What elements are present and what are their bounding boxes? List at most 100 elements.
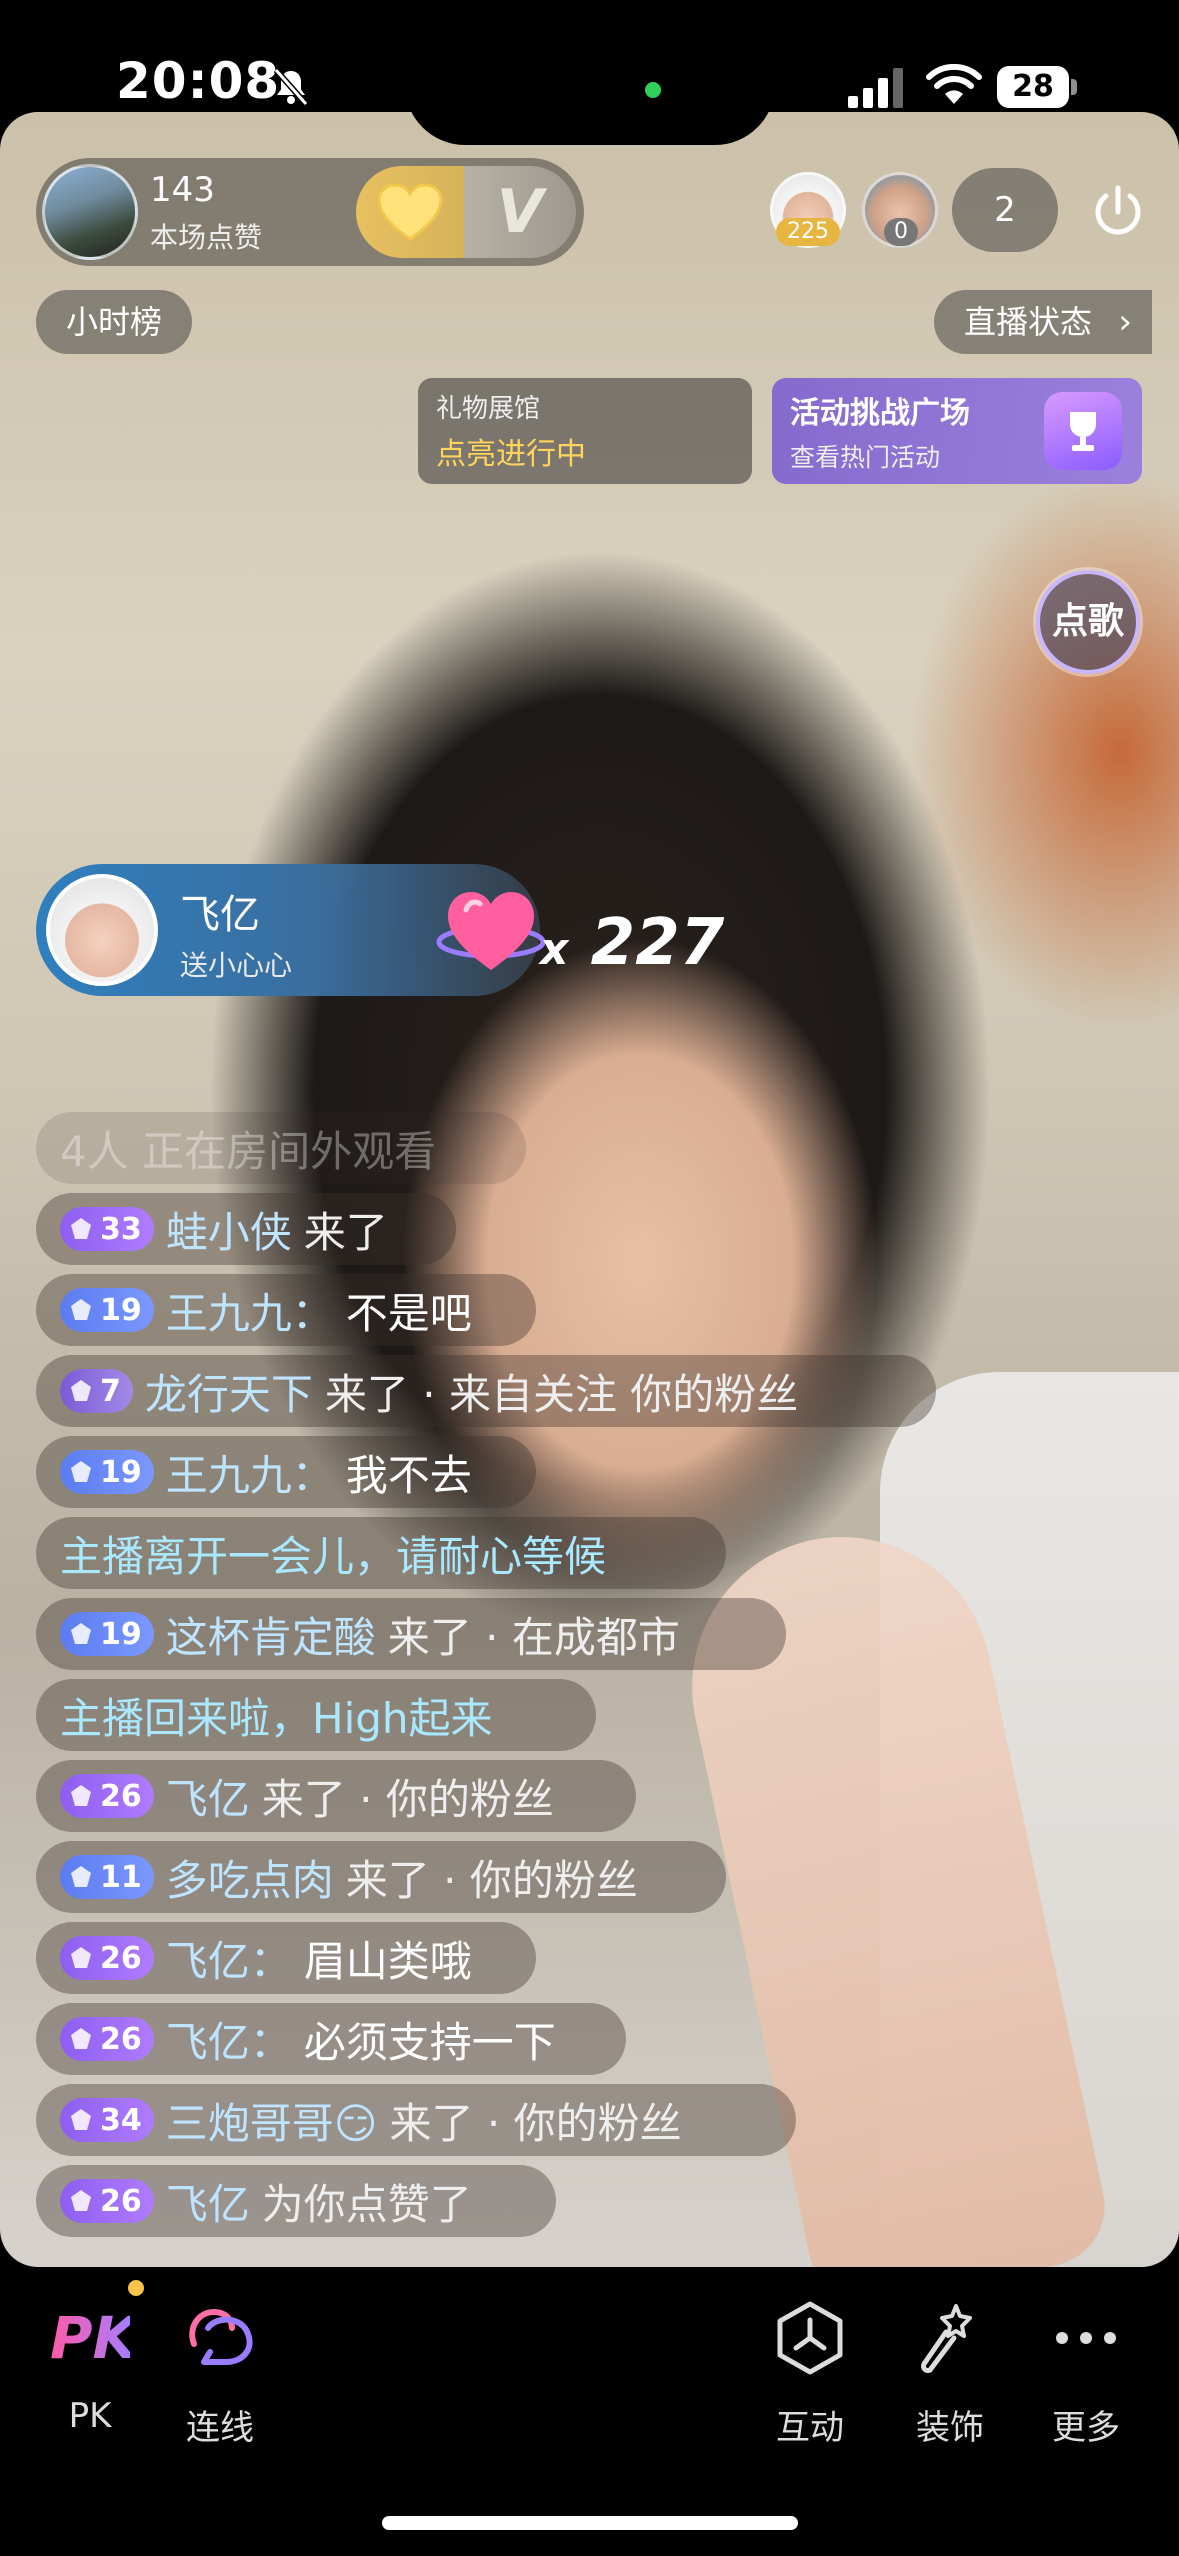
chat-message[interactable]: 主播回来啦，High起来 [36,1679,596,1751]
user-level-number: 19 [100,1292,142,1328]
chevron-right-icon: › [1118,302,1133,342]
user-level-badge: 19 [60,1612,154,1656]
anchor-likes-count: 143 [150,170,215,210]
trophy-icon [1044,392,1122,470]
chat-message[interactable]: 4人 正在房间外观看 [36,1112,526,1184]
chat-event-text: 来了 · 你的粉丝 [261,1774,554,1824]
user-level-number: 26 [100,2021,142,2057]
decorate-label: 装饰 [916,2408,984,2448]
pk-icon: PK [50,2298,137,2378]
chat-message[interactable]: 26 飞亿 为你点赞了 [36,2165,556,2237]
chat-event-text: 为你点赞了 [261,2179,472,2229]
user-level-badge: 33 [60,1207,154,1251]
chat-username[interactable]: 王九九： [166,1280,334,1341]
user-level-badge: 26 [60,1936,154,1980]
user-level-number: 26 [100,2183,142,2219]
chat-username[interactable]: 这杯肯定酸 [166,1604,376,1665]
chat-event-text: 来了 · 你的粉丝 [345,1855,638,1905]
hour-rank-button[interactable]: 小时榜 [36,290,193,354]
anchor-info-pill[interactable]: 143 本场点赞 V [36,158,584,266]
system-message-text: 主播离开一会儿，请耐心等候 [60,1531,607,1581]
activity-challenge-card[interactable]: 活动挑战广场 查看热门活动 [772,378,1142,484]
chat-message[interactable]: 33 蛙小侠 来了 [36,1193,456,1265]
user-level-number: 7 [100,1373,121,1409]
bell-muted-icon [273,68,309,106]
battery-icon: 28 [997,66,1077,108]
user-level-number: 34 [100,2102,142,2138]
chat-message[interactable]: 26 飞亿 来了 · 你的粉丝 [36,1760,636,1832]
notification-dot [128,2280,144,2296]
chat-message-text: 眉山类哦 [303,1936,472,1986]
chat-username[interactable]: 三炮哥哥😏 [166,2090,378,2151]
pk-button[interactable]: PK PK [30,2298,150,2436]
chat-username[interactable]: 蛙小侠 [166,1199,292,1260]
anchor-likes-label: 本场点赞 [150,221,263,254]
chat-message[interactable]: 19 王九九： 我不去 [36,1436,536,1508]
pk-label: PK [68,2396,112,2436]
chat-message[interactable]: 26 飞亿： 必须支持一下 [36,2003,626,2075]
online-viewer-count[interactable]: 2 [952,168,1058,252]
chat-event-text: 来了 · 你的粉丝 [389,2098,682,2148]
dynamic-island [405,0,775,145]
fan-club-button[interactable] [356,166,464,258]
decorate-button[interactable]: 装饰 [890,2298,1010,2449]
chat-message-text: 不是吧 [345,1288,472,1338]
live-status-button[interactable]: 直播状态 › [934,290,1153,354]
chat-message[interactable]: 19 这杯肯定酸 来了 · 在成都市 [36,1598,786,1670]
gift-sender-name: 飞亿 [180,892,260,938]
chat-username[interactable]: 王九九： [166,1442,334,1503]
home-indicator[interactable] [382,2516,798,2530]
user-level-badge: 34 [60,2098,154,2142]
live-status-label: 直播状态 [964,303,1093,341]
interact-button[interactable]: 互动 [750,2298,870,2449]
link-label: 连线 [186,2408,254,2448]
more-label: 更多 [1052,2408,1120,2448]
chat-username[interactable]: 飞亿 [166,1766,250,1827]
gift-gallery-title: 礼物展馆 [436,394,541,424]
gift-gallery-subtitle: 点亮进行中 [436,437,586,472]
user-level-number: 33 [100,1211,142,1247]
chat-message[interactable]: 11 多吃点肉 来了 · 你的粉丝 [36,1841,726,1913]
status-time: 20:08 [116,52,281,110]
user-level-number: 26 [100,1778,142,1814]
vip-button[interactable]: V [464,166,576,258]
magic-wand-icon [921,2304,972,2373]
user-level-badge: 11 [60,1855,154,1899]
user-level-badge: 19 [60,1450,154,1494]
user-level-number: 11 [100,1859,142,1895]
system-message-text: 主播回来啦，High起来 [60,1693,493,1743]
anchor-avatar[interactable] [42,164,138,260]
chat-message[interactable]: 34 三炮哥哥😏 来了 · 你的粉丝 [36,2084,796,2156]
chat-message[interactable]: 7 龙行天下 来了 · 来自关注 你的粉丝 [36,1355,936,1427]
interact-label: 互动 [776,2408,844,2448]
power-icon[interactable] [1084,178,1152,246]
user-level-badge: 26 [60,1774,154,1818]
chat-username[interactable]: 飞亿： [166,2009,292,2070]
gift-sender-avatar[interactable] [46,874,158,986]
link-mic-icon [189,2308,253,2365]
user-level-badge: 26 [60,2017,154,2061]
chat-event-text: 来了 · 在成都市 [387,1612,680,1662]
chat-message[interactable]: 19 王九九： 不是吧 [36,1274,536,1346]
user-level-number: 19 [100,1454,142,1490]
more-button[interactable]: 更多 [1026,2298,1146,2449]
chat-username[interactable]: 飞亿： [166,1928,292,1989]
gift-count: 227 [590,906,725,980]
chat-message[interactable]: 26 飞亿： 眉山类哦 [36,1922,536,1994]
chat-message-text: 必须支持一下 [303,2017,556,2067]
chat-username[interactable]: 飞亿 [166,2171,250,2232]
heart-gift-icon [436,892,546,970]
user-level-badge: 7 [60,1369,133,1413]
gift-description: 送小心心 [180,949,293,982]
chat-message[interactable]: 主播离开一会儿，请耐心等候 [36,1517,726,1589]
gift-gallery-card[interactable]: 礼物展馆 点亮进行中 [418,378,752,484]
chat-username[interactable]: 龙行天下 [145,1361,313,1422]
chat-username[interactable]: 多吃点肉 [166,1847,334,1908]
viewer-contribution-badge: 225 [776,218,840,246]
chat-message-text: 我不去 [345,1450,472,1500]
gift-multiplier: x 227 [540,906,725,980]
link-button[interactable]: 连线 [160,2298,280,2449]
song-request-button[interactable]: 点歌 [1036,570,1140,674]
user-level-badge: 19 [60,1288,154,1332]
gift-notification-banner: 飞亿 送小心心 [36,864,546,996]
